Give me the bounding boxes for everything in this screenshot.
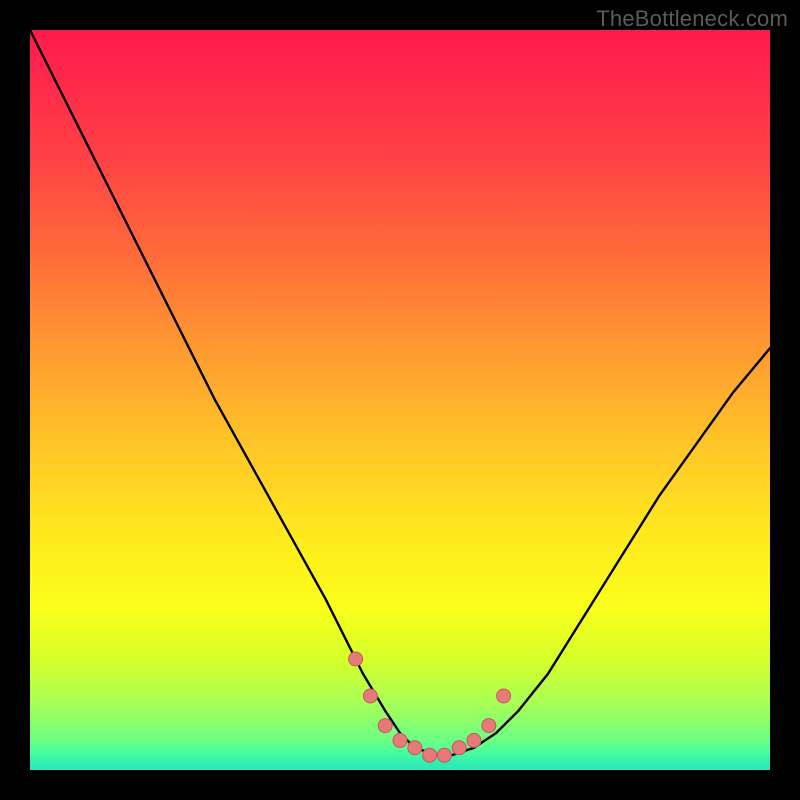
curve-marker	[393, 733, 407, 747]
marker-group	[349, 652, 511, 762]
curve-marker	[452, 741, 466, 755]
curve-marker	[482, 719, 496, 733]
curve-marker	[408, 741, 422, 755]
bottleneck-curve	[30, 30, 770, 755]
curve-marker	[423, 748, 437, 762]
outer-frame: TheBottleneck.com	[0, 0, 800, 800]
curve-svg	[30, 30, 770, 770]
curve-marker	[363, 689, 377, 703]
curve-marker	[349, 652, 363, 666]
watermark-text: TheBottleneck.com	[596, 6, 788, 32]
curve-marker	[378, 719, 392, 733]
plot-area	[30, 30, 770, 770]
curve-marker	[467, 733, 481, 747]
curve-marker	[497, 689, 511, 703]
curve-marker	[437, 748, 451, 762]
